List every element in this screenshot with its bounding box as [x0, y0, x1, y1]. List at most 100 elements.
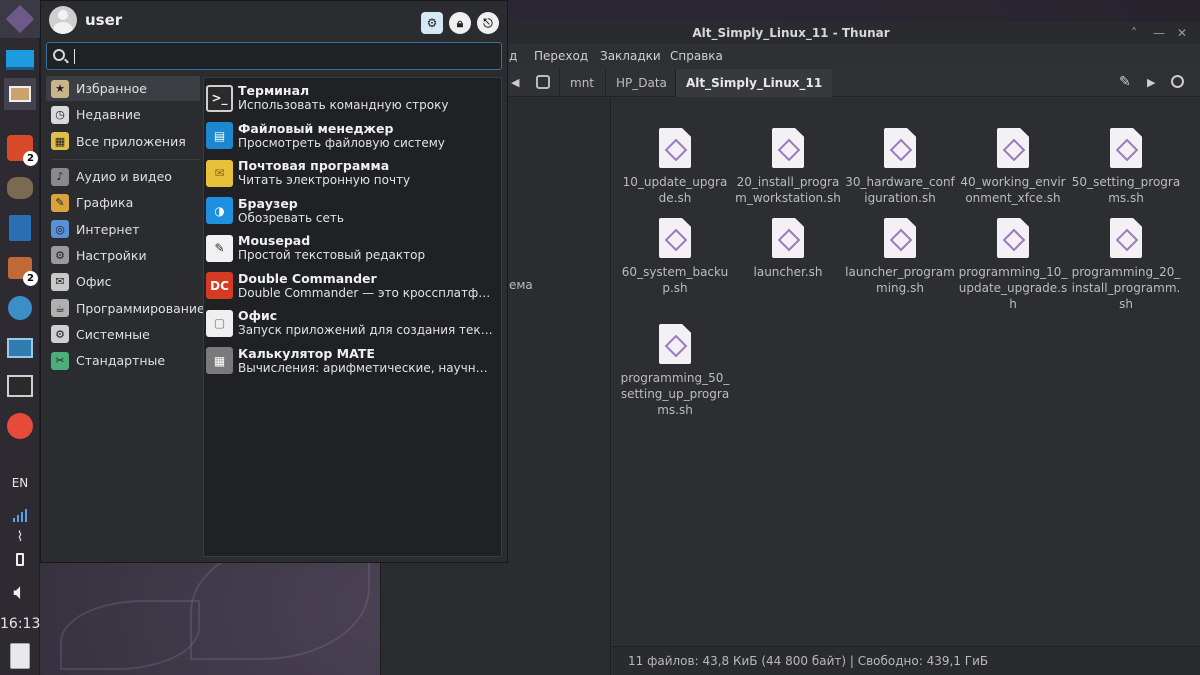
app-item[interactable]: >_ Терминал Использовать командную строку: [206, 80, 499, 116]
settings-toggle-icon[interactable]: ⚙: [421, 12, 443, 34]
logout-icon[interactable]: ⎋: [477, 12, 499, 34]
category-item[interactable]: ▦ Все приложения: [46, 129, 200, 154]
category-item[interactable]: ✎ Графика: [46, 190, 200, 215]
app-item[interactable]: ▢ Офис Запуск приложений для создания текс…: [206, 305, 499, 341]
terminal-icon: >_: [206, 84, 233, 112]
category-label: Офис: [76, 274, 112, 290]
close-icon[interactable]: ✕: [1177, 22, 1187, 44]
app-item[interactable]: ✎ Mousepad Простой текстовый редактор: [206, 230, 499, 266]
search-field[interactable]: [46, 42, 502, 70]
file-item[interactable]: 50_setting_programs.sh: [1071, 128, 1181, 206]
category-label: Системные: [76, 326, 150, 342]
file-name: 40_working_environment_xfce.sh: [960, 175, 1066, 205]
category-label: Программирование: [76, 300, 205, 316]
file-item[interactable]: 10_update_upgrade.sh: [620, 128, 730, 206]
app-text: Браузер Обозревать сеть: [238, 196, 496, 226]
app-name: Файловый менеджер: [238, 120, 394, 136]
app-item[interactable]: ▦ Калькулятор MATE Вычисления: арифметичес…: [206, 343, 499, 379]
file-item[interactable]: 60_system_backup.sh: [620, 218, 730, 296]
category-item[interactable]: ✂ Стандартные: [46, 348, 200, 373]
category-item[interactable]: ⚙ Системные: [46, 322, 200, 347]
app-item[interactable]: ◑ Браузер Обозревать сеть: [206, 193, 499, 229]
drive-icon[interactable]: [536, 75, 550, 89]
minimize-icon[interactable]: ˄: [1131, 22, 1137, 44]
app-name: Double Commander: [238, 270, 377, 286]
settings-glyph: [8, 296, 32, 320]
shell-script-icon: [997, 128, 1029, 168]
app-item[interactable]: ▤ Файловый менеджер Просмотреть файловую с…: [206, 118, 499, 154]
category-item[interactable]: ★ Избранное: [46, 76, 200, 101]
attachment-icon[interactable]: ⌇: [4, 526, 36, 548]
file-manager-icon: ▤: [206, 122, 233, 149]
path-crumb-mnt[interactable]: mnt: [559, 69, 604, 97]
terminal-glyph: [7, 375, 33, 397]
path-right-arrow-icon[interactable]: ▶: [1147, 76, 1155, 89]
restore-icon[interactable]: —: [1153, 22, 1165, 44]
path-crumb-current[interactable]: Alt_Simply_Linux_11: [675, 69, 833, 97]
volume-icon[interactable]: 🔈︎: [4, 576, 36, 608]
category-item[interactable]: ◷ Недавние: [46, 102, 200, 127]
shell-script-icon: [772, 218, 804, 258]
file-item[interactable]: programming_20_install_programm.sh: [1071, 218, 1181, 312]
menu-help[interactable]: Справка: [670, 49, 723, 63]
file-name: programming_50_setting_up_programs.sh: [620, 371, 730, 417]
status-bar: 11 файлов: 43,8 КиБ (44 800 байт) | Своб…: [612, 646, 1200, 675]
file-item[interactable]: launcher_programming.sh: [845, 218, 955, 296]
file-item[interactable]: programming_10_update_upgrade.sh: [958, 218, 1068, 312]
application-menu: user ⚙ 🔒︎ ⎋ ★ Избранное ◷ Недавние ▦ Все прил…: [40, 0, 508, 563]
category-item[interactable]: ⚙ Настройки: [46, 243, 200, 268]
category-item[interactable]: ◎ Интернет: [46, 217, 200, 242]
terminal-icon[interactable]: [4, 370, 36, 402]
shell-script-icon: [884, 218, 916, 258]
gimp-icon[interactable]: [4, 172, 36, 204]
category-item[interactable]: ✉ Офис: [46, 269, 200, 294]
system-icon: ⚙: [51, 325, 69, 344]
menu-bookmarks[interactable]: Закладки: [600, 49, 661, 63]
file-item[interactable]: 30_hardware_configuration.sh: [845, 128, 955, 206]
file-manager-icon[interactable]: [4, 78, 36, 110]
search-icon[interactable]: [1171, 75, 1184, 88]
wallpaper-leaf: [60, 600, 200, 670]
file-item[interactable]: 40_working_environment_xfce.sh: [958, 128, 1068, 206]
file-name: launcher_programming.sh: [845, 265, 955, 295]
file-view: 10_update_upgrade.sh 20_install_program_w…: [612, 98, 1200, 646]
file-name: programming_20_install_programm.sh: [1071, 265, 1181, 311]
software-manager-icon[interactable]: 2: [4, 252, 38, 286]
file-item[interactable]: 20_install_program_workstation.sh: [733, 128, 843, 206]
remote-desktop-icon[interactable]: [4, 332, 36, 364]
office-icon: ▢: [206, 309, 233, 337]
category-item[interactable]: ♪ Аудио и видео: [46, 164, 200, 189]
path-crumb-hp-data[interactable]: HP_Data: [605, 69, 677, 97]
yandex-browser-icon[interactable]: [4, 410, 36, 442]
menu-edit[interactable]: д: [509, 49, 517, 63]
edit-path-icon[interactable]: ✎: [1119, 74, 1131, 90]
menu-go[interactable]: Переход: [534, 49, 588, 63]
network-icon[interactable]: [4, 504, 36, 526]
app-name: Терминал: [238, 83, 310, 98]
path-left-arrow-icon[interactable]: ◀: [511, 76, 519, 89]
settings-icon[interactable]: [4, 292, 36, 324]
file-name: 30_hardware_configuration.sh: [845, 175, 955, 205]
double-commander-icon[interactable]: 2: [4, 132, 38, 166]
show-desktop-icon[interactable]: [4, 44, 36, 76]
category-item[interactable]: ☕ Программирование: [46, 296, 205, 321]
battery-icon[interactable]: [4, 548, 36, 570]
clock[interactable]: 16:13: [0, 616, 40, 632]
internet-icon: ◎: [51, 220, 69, 239]
app-item[interactable]: DC Double Commander Double Commander — это…: [206, 268, 499, 304]
search-input[interactable]: [71, 46, 491, 66]
category-label: Настройки: [76, 247, 147, 263]
app-menu-icon[interactable]: [0, 0, 40, 38]
app-item[interactable]: ✉ Почтовая программа Читать электронную по…: [206, 155, 499, 191]
keyboard-layout-indicator[interactable]: EN: [0, 476, 40, 490]
writer-icon[interactable]: [4, 212, 36, 244]
app-description: Вычисления: арифметические, научные и …: [238, 360, 496, 375]
lock-icon[interactable]: 🔒︎: [449, 12, 471, 34]
app-description: Просмотреть файловую систему: [238, 135, 445, 150]
clipboard-icon[interactable]: [4, 640, 36, 672]
graphics-icon: ✎: [51, 193, 69, 212]
app-list: >_ Терминал Использовать командную строку ▤…: [203, 77, 502, 557]
shell-script-icon: [659, 324, 691, 364]
file-item[interactable]: launcher.sh: [733, 218, 843, 280]
file-item[interactable]: programming_50_setting_up_programs.sh: [620, 324, 730, 418]
